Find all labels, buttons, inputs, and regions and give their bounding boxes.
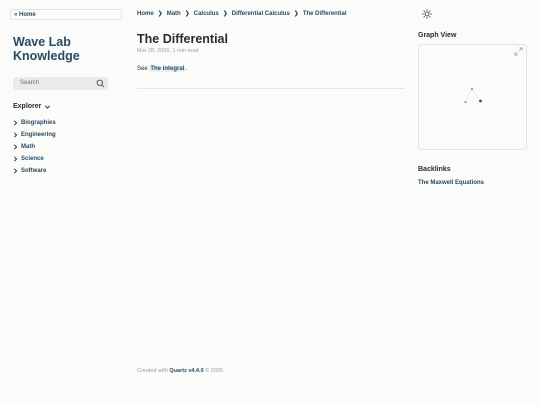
- breadcrumb-current[interactable]: The Differential: [303, 11, 347, 18]
- site-title[interactable]: Wave Lab Knowledge: [13, 35, 123, 63]
- explorer-toggle[interactable]: Explorer: [13, 103, 51, 111]
- search-button[interactable]: Search: [13, 77, 108, 90]
- breadcrumb-separator: ❯: [157, 11, 163, 17]
- footer-suffix: © 2026: [203, 368, 224, 374]
- page-read-time: 1 min read: [172, 48, 199, 54]
- folder-label: Math: [21, 143, 35, 150]
- sun-icon[interactable]: [422, 9, 432, 19]
- content-divider: [137, 88, 404, 89]
- explorer-list: Biographies Engineering Math Science Sof…: [13, 117, 113, 177]
- breadcrumb-home[interactable]: Home: [137, 11, 154, 18]
- explorer-heading: Explorer: [13, 103, 42, 110]
- page-title: The Differential: [137, 32, 228, 46]
- folder-engineering[interactable]: Engineering: [13, 129, 113, 141]
- folder-biographies[interactable]: Biographies: [13, 117, 113, 129]
- graph-node[interactable]: [470, 87, 474, 91]
- breadcrumb-separator: ❯: [184, 11, 190, 17]
- folder-software[interactable]: Software: [13, 165, 113, 177]
- graph-node[interactable]: [464, 100, 467, 104]
- home-link[interactable]: « Home: [10, 9, 122, 20]
- page-body: See The integral.: [137, 66, 187, 73]
- breadcrumb-separator: ❯: [293, 11, 299, 17]
- chevron-right-icon: [13, 144, 18, 150]
- footer-prefix: Created with: [137, 368, 170, 374]
- breadcrumb-differential-calculus[interactable]: Differential Calculus: [232, 11, 290, 18]
- backlink-maxwell-equations[interactable]: The Maxwell Equations: [418, 180, 484, 187]
- chevron-down-icon: [45, 105, 51, 109]
- breadcrumb: Home ❯ Math ❯ Calculus ❯ Differential Ca…: [137, 11, 347, 18]
- breadcrumb-math[interactable]: Math: [167, 11, 181, 18]
- graph-node-current[interactable]: [479, 99, 482, 103]
- folder-label: Software: [21, 167, 47, 174]
- graph-edge: [465, 88, 473, 103]
- page-meta: Mar 28, 2026, 1 min read: [137, 48, 199, 54]
- folder-label: Biographies: [21, 119, 56, 126]
- folder-label: Science: [21, 155, 44, 162]
- chevron-right-icon: [13, 132, 18, 138]
- integral-link[interactable]: The integral: [149, 66, 186, 72]
- search-icon: [96, 79, 105, 88]
- quartz-link[interactable]: Quartz v4.4.0: [169, 368, 203, 374]
- graph-view[interactable]: [418, 44, 527, 150]
- footer: Created with Quartz v4.4.0 © 2026: [137, 368, 223, 374]
- body-prefix: See: [137, 66, 150, 72]
- graph-edge: [471, 88, 481, 102]
- breadcrumb-calculus[interactable]: Calculus: [194, 11, 219, 18]
- body-suffix: .: [185, 66, 188, 72]
- search-placeholder: Search: [20, 80, 40, 86]
- chevron-right-icon: [13, 156, 18, 162]
- folder-label: Engineering: [21, 131, 56, 138]
- graph-title: Graph View: [418, 32, 457, 39]
- chevron-right-icon: [13, 168, 18, 174]
- folder-science[interactable]: Science: [13, 153, 113, 165]
- chevron-right-icon: [13, 120, 18, 126]
- folder-math[interactable]: Math: [13, 141, 113, 153]
- backlinks-title: Backlinks: [418, 166, 451, 173]
- graph-canvas: [464, 87, 482, 104]
- breadcrumb-separator: ❯: [222, 11, 228, 17]
- page-date: Mar 28, 2026: [137, 48, 170, 54]
